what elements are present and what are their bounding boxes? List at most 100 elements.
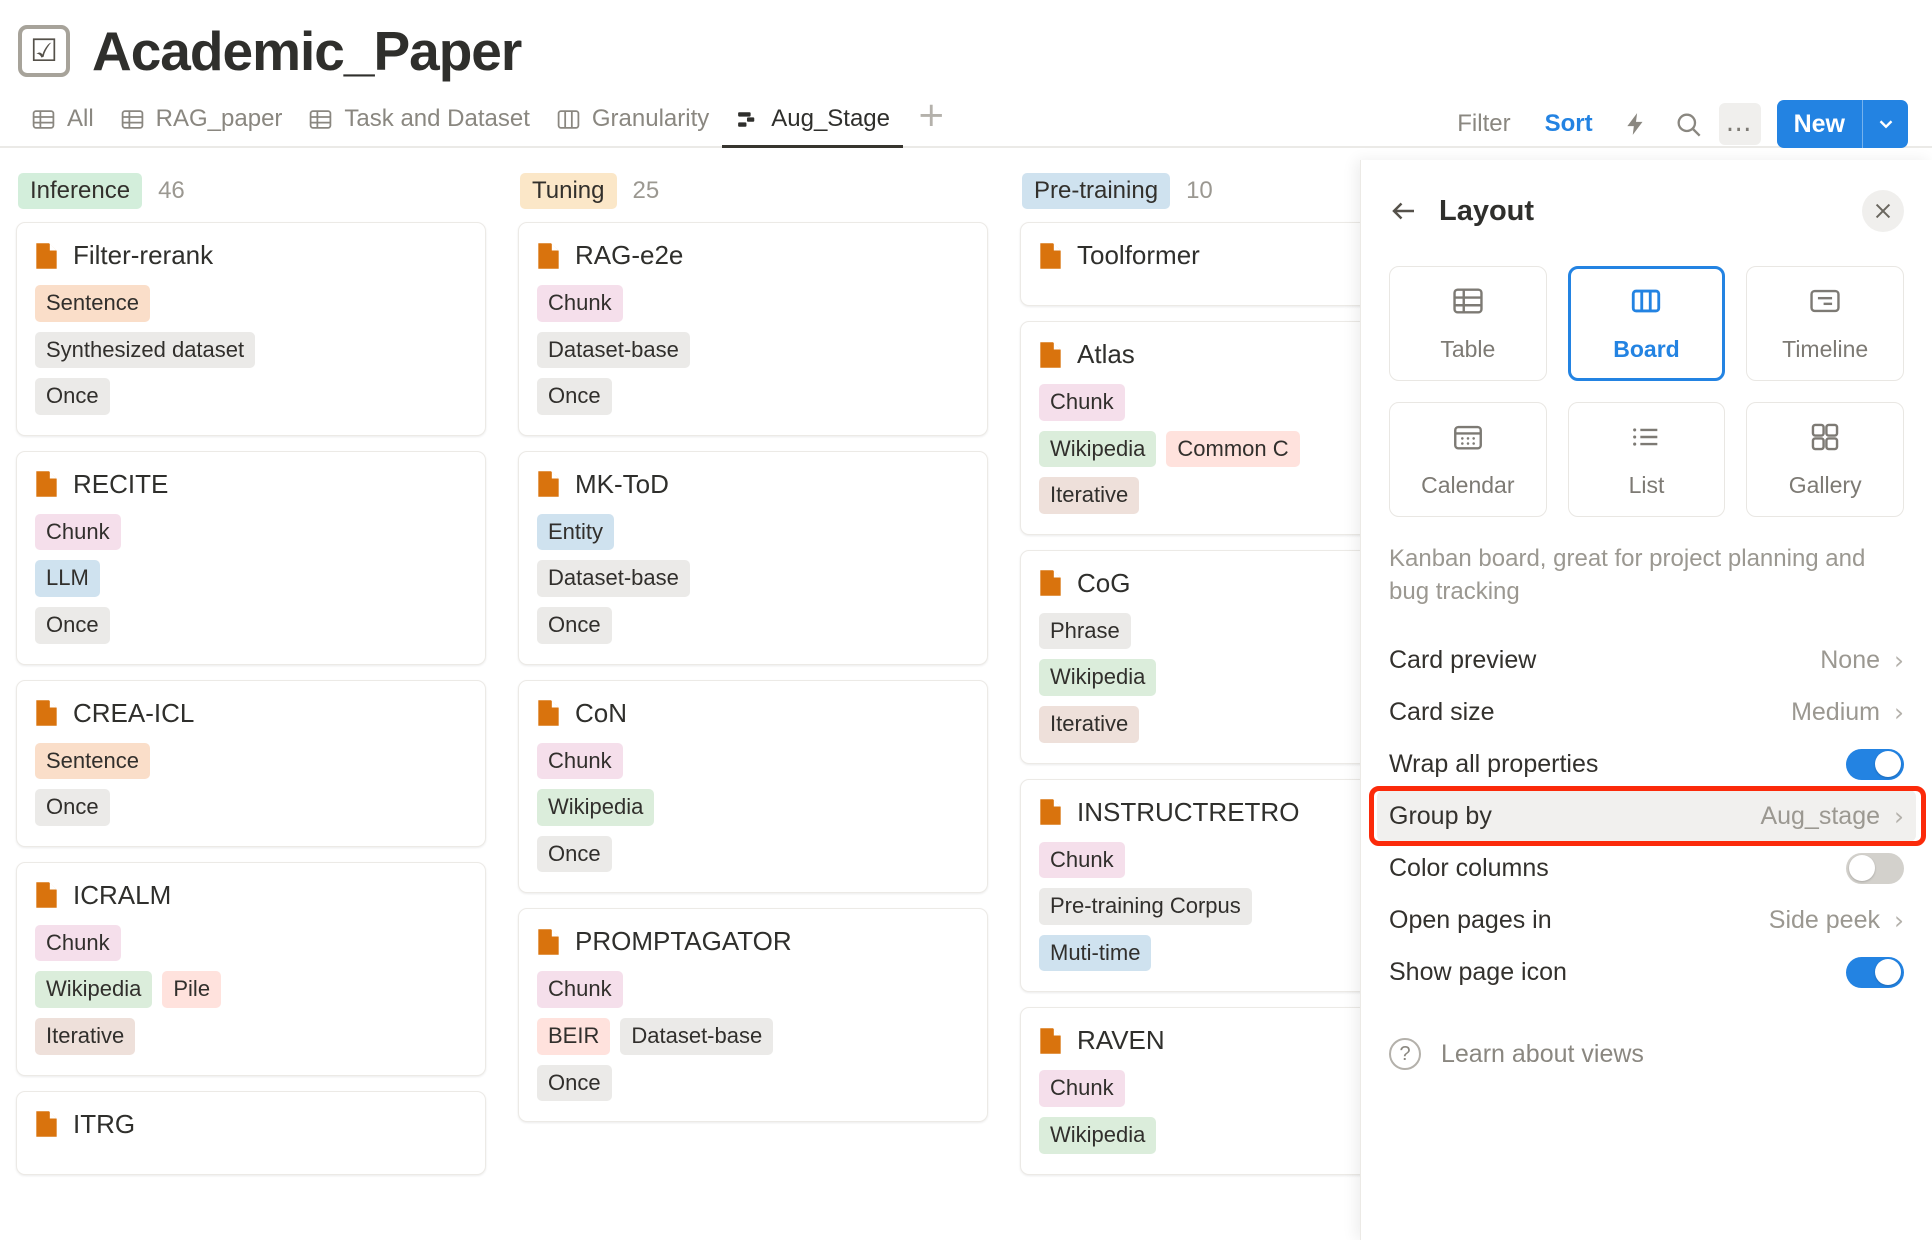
property-tag: Dataset-base [537, 560, 690, 597]
column-name-chip: Inference [18, 173, 143, 209]
tab-aug-stage[interactable]: Aug_Stage [722, 105, 903, 148]
page-title: Academic_Paper [92, 20, 522, 82]
board-card[interactable]: ICRALM Chunk Wikipedia Pile Iterative [16, 861, 486, 1076]
option-toggle[interactable] [1846, 852, 1904, 884]
close-icon[interactable] [1862, 190, 1904, 232]
card-title: RECITE [35, 469, 467, 500]
table-icon [31, 107, 56, 132]
column-header[interactable]: Tuning 25 [518, 160, 988, 222]
card-property-row: Once [537, 606, 969, 644]
chevron-down-icon[interactable] [1862, 100, 1908, 148]
page-document-icon [1039, 341, 1062, 369]
search-icon[interactable] [1667, 103, 1709, 145]
option-toggle[interactable] [1846, 748, 1904, 780]
layout-option-calendar[interactable]: Calendar [1389, 402, 1547, 517]
property-tag: Chunk [1039, 1070, 1125, 1107]
option-color-columns[interactable]: Color columns [1377, 842, 1916, 894]
option-card-size[interactable]: Card size Medium › [1377, 686, 1916, 738]
option-label: Open pages in [1389, 905, 1552, 934]
property-tag: Wikipedia [1039, 659, 1157, 696]
tab-task-and-dataset[interactable]: Task and Dataset [295, 105, 542, 148]
card-title: PROMPTAGATOR [537, 926, 969, 957]
board-card[interactable]: RECITE Chunk LLM Once [16, 450, 486, 665]
layout-option-label: Board [1613, 336, 1680, 362]
card-property-row: Chunk [35, 924, 467, 962]
card-property-row: Sentence [35, 285, 467, 322]
layout-panel: Layout Table Board Timeline Calendar List Gal… [1360, 160, 1932, 1240]
tab-granularity[interactable]: Granularity [543, 105, 722, 148]
board-card[interactable]: Filter-rerank Sentence Synthesized dataset… [16, 222, 486, 436]
kanban-icon [735, 107, 760, 132]
option-value: None [1820, 645, 1880, 674]
layout-option-label: Table [1440, 336, 1496, 362]
property-tag: Wikipedia [1039, 1116, 1157, 1154]
property-tag: Chunk [537, 971, 623, 1008]
layout-option-list[interactable]: List [1567, 402, 1726, 517]
property-tag: Wikipedia [1039, 430, 1157, 468]
page-document-icon [1039, 242, 1062, 270]
card-title: MK-ToD [537, 469, 969, 500]
option-open-pages-in[interactable]: Open pages in Side peek › [1377, 894, 1916, 946]
question-circle-icon: ? [1389, 1038, 1421, 1071]
card-property-row: Entity [537, 513, 969, 551]
layout-option-board[interactable]: Board [1567, 266, 1726, 381]
layout-panel-header: Layout [1389, 182, 1904, 240]
lightning-icon[interactable] [1615, 103, 1657, 145]
card-property-row: BEIR Dataset-base [537, 1017, 969, 1055]
sort-button[interactable]: Sort [1533, 104, 1605, 144]
card-title: Filter-rerank [35, 240, 467, 271]
card-property-row: Once [537, 378, 969, 415]
column-header[interactable]: Inference 46 [16, 160, 486, 222]
page-document-icon [35, 881, 58, 909]
board-card[interactable]: PROMPTAGATOR Chunk BEIR Dataset-base Once [518, 908, 988, 1123]
layout-option-table[interactable]: Table [1389, 266, 1547, 381]
card-title-label: CREA-ICL [73, 697, 195, 728]
board-icon [1629, 284, 1663, 323]
layout-option-label: Gallery [1788, 472, 1862, 498]
property-tag: Chunk [1039, 841, 1125, 879]
option-wrap-all-properties[interactable]: Wrap all properties [1377, 738, 1916, 790]
board-card[interactable]: RAG-e2e Chunk Dataset-base Once [518, 222, 988, 436]
card-property-row: Once [537, 1064, 969, 1102]
property-tag: Synthesized dataset [35, 331, 256, 369]
property-tag: Chunk [35, 513, 121, 551]
card-property-row: Once [35, 606, 467, 644]
board-card[interactable]: CoN Chunk Wikipedia Once [518, 679, 988, 894]
layout-panel-title: Layout [1439, 194, 1535, 227]
board-card[interactable]: ITRG [16, 1090, 486, 1175]
option-toggle[interactable] [1846, 956, 1904, 988]
property-tag: LLM [35, 560, 100, 597]
property-tag: Chunk [537, 285, 623, 322]
board-card[interactable]: CREA-ICL Sentence Once [16, 679, 486, 847]
tab-rag-paper[interactable]: RAG_paper [107, 105, 296, 148]
layout-option-timeline[interactable]: Timeline [1746, 266, 1904, 381]
back-arrow-icon[interactable] [1389, 196, 1433, 226]
layout-option-gallery[interactable]: Gallery [1746, 402, 1904, 517]
card-property-row: Sentence [35, 742, 467, 780]
property-tag: Sentence [35, 742, 150, 780]
option-show-page-icon[interactable]: Show page icon [1377, 946, 1916, 998]
layout-option-label: List [1628, 472, 1665, 498]
property-tag: Once [35, 606, 110, 644]
layout-options-list: Card preview None › Card size Medium › Wrap al… [1377, 634, 1916, 998]
page-document-icon [35, 1110, 58, 1138]
card-property-row: Synthesized dataset [35, 331, 467, 369]
board-card[interactable]: MK-ToD Entity Dataset-base Once [518, 450, 988, 665]
new-button[interactable]: New [1776, 100, 1908, 148]
tab-all[interactable]: All [18, 105, 107, 148]
filter-button[interactable]: Filter [1445, 104, 1522, 144]
layout-type-grid: Table Board Timeline Calendar List Gallery [1389, 266, 1904, 517]
property-tag: Pile [162, 971, 222, 1008]
option-card-preview[interactable]: Card preview None › [1377, 634, 1916, 686]
ellipsis-icon[interactable]: … [1718, 103, 1761, 145]
chevron-right-icon: › [1894, 697, 1904, 727]
card-property-row: Iterative [35, 1017, 467, 1055]
learn-about-views-link[interactable]: ? Learn about views [1389, 1038, 1904, 1071]
card-property-row: Dataset-base [537, 331, 969, 369]
property-tag: Entity [537, 513, 615, 551]
add-view-button[interactable]: + [903, 98, 960, 148]
chevron-right-icon: › [1894, 801, 1904, 831]
option-label: Card preview [1389, 645, 1537, 674]
option-group-by[interactable]: Group by Aug_stage › [1377, 790, 1916, 843]
page-title-row: ☑ Academic_Paper [0, 0, 1932, 84]
